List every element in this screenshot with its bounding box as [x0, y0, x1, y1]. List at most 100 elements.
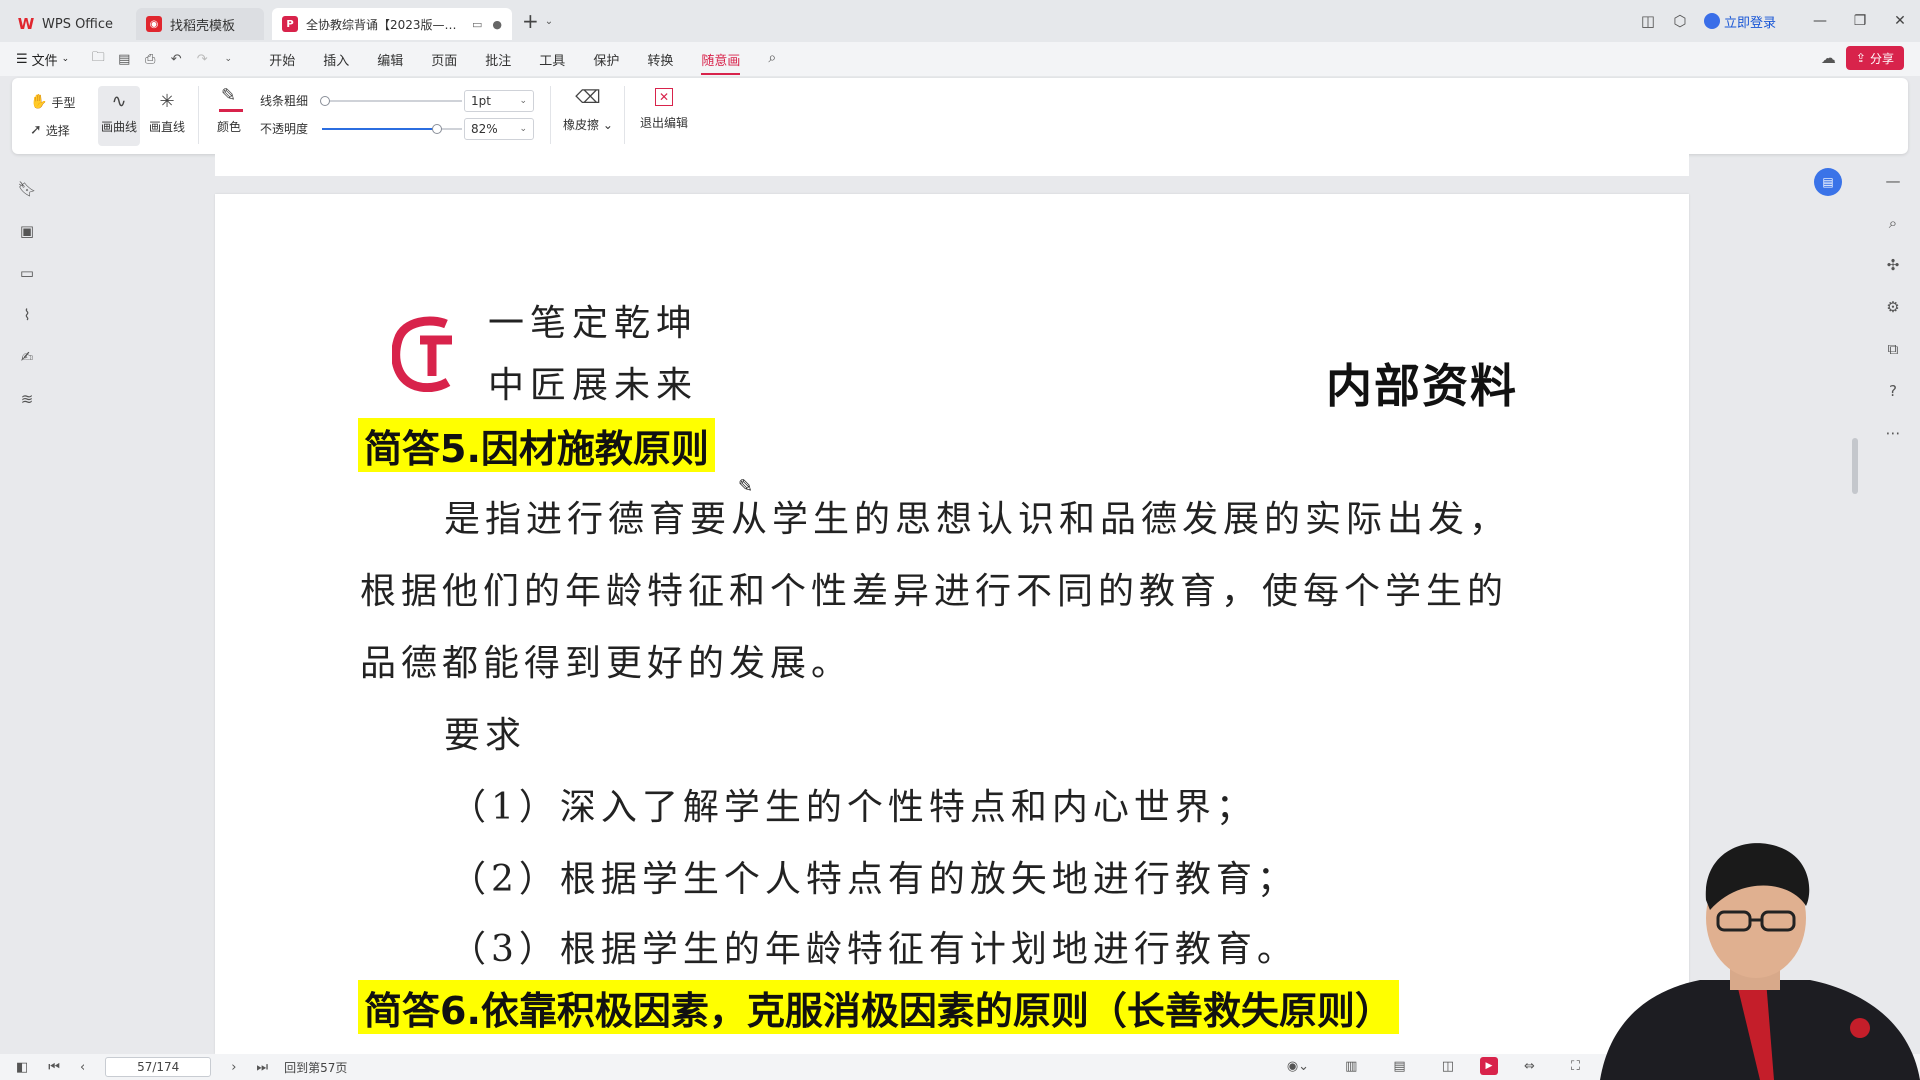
chevron-down-icon[interactable]: ⌄	[217, 48, 239, 70]
thickness-slider[interactable]	[320, 96, 462, 106]
sidebar-toggle-icon[interactable]: ◧	[16, 1060, 28, 1075]
fit-width-icon[interactable]: ⇔	[1524, 1059, 1535, 1074]
fullscreen-icon[interactable]: ⛶	[1571, 1059, 1580, 1074]
draw-curve-button[interactable]: ∿ 画曲线	[98, 86, 140, 146]
menu-edit[interactable]: 编辑	[377, 50, 403, 69]
file-menu[interactable]: ☰ 文件 ⌄	[16, 50, 69, 69]
translate-float-button[interactable]: ▤	[1814, 168, 1842, 196]
layout-icon[interactable]: ◫	[1633, 6, 1663, 36]
opacity-dropdown[interactable]: 82% ⌄	[464, 118, 534, 140]
cube-icon[interactable]: ⬡	[1665, 6, 1695, 36]
title-bar: W WPS Office ◉ 找稻壳模板 P 全协教综背诵【2023版——帝 ▭…	[0, 0, 1920, 42]
thickness-dropdown[interactable]: 1pt ⌄	[464, 90, 534, 112]
share-button[interactable]: ⇪ 分享	[1845, 46, 1904, 70]
freehand-ribbon: ✋ 手型 ➚ 选择 ∿ 画曲线 ✳ 画直线 ✎ 颜色 线条粗细 1pt ⌄ 不透…	[12, 78, 1908, 154]
chevron-down-icon: ⌄	[519, 96, 527, 106]
single-page-icon[interactable]: ▥	[1345, 1059, 1357, 1074]
first-page-icon[interactable]: ⏮	[48, 1060, 60, 1075]
menu-insert[interactable]: 插入	[323, 50, 349, 69]
tab-wps-office[interactable]: W WPS Office	[8, 8, 126, 40]
print-icon[interactable]: ⎙	[139, 48, 161, 70]
pen-cursor-icon: ✎	[738, 476, 754, 497]
redo-icon[interactable]: ↷	[191, 48, 213, 70]
play-icon[interactable]: ▶	[1479, 1057, 1498, 1075]
dual-page-icon[interactable]: ◫	[1442, 1059, 1454, 1074]
tab-label: WPS Office	[42, 16, 114, 32]
layers-icon[interactable]: ≋	[16, 388, 38, 410]
last-page-icon[interactable]: ⏭	[256, 1060, 268, 1075]
back-to-page-link[interactable]: 回到第57页	[284, 1059, 347, 1076]
next-page-icon[interactable]: ›	[231, 1060, 236, 1075]
draw-line-button[interactable]: ✳ 画直线	[146, 86, 188, 146]
requirements-label: 要求	[444, 715, 527, 756]
company-logo	[392, 316, 452, 392]
new-tab-button[interactable]: +	[522, 9, 539, 33]
opacity-slider[interactable]	[322, 124, 462, 134]
chevron-down-icon: ⌄	[519, 124, 527, 134]
opacity-slider-knob[interactable]	[431, 124, 442, 134]
menu-protect[interactable]: 保护	[593, 50, 619, 69]
attachment-icon[interactable]: ⌇	[16, 304, 38, 326]
requirement-3: （3）根据学生的年龄特征有计划地进行教育。	[450, 929, 1298, 970]
hamburger-icon: ☰	[16, 51, 28, 67]
file-menu-label: 文件	[31, 53, 58, 69]
open-folder-icon[interactable]: 🗀	[87, 48, 109, 70]
heading-short-answer-6: 简答6.依靠积极因素，克服消极因素的原则（长善救失原则）	[358, 980, 1399, 1034]
comment-icon[interactable]: ▭	[16, 262, 38, 284]
tab-close-dot-icon[interactable]: ●	[492, 18, 502, 31]
chevron-down-icon[interactable]: ⌄	[545, 16, 553, 27]
chevron-down-icon: ⌄	[61, 54, 70, 64]
close-icon[interactable]: ✕	[1880, 0, 1920, 42]
user-avatar-icon	[1703, 13, 1720, 29]
tab-template[interactable]: ◉ 找稻壳模板	[136, 8, 264, 40]
color-picker-button[interactable]: ✎ 颜色	[210, 86, 248, 135]
curve-icon: ∿	[111, 91, 127, 112]
signature-icon[interactable]: ✍	[16, 346, 38, 368]
select-tool-button[interactable]: ➚ 选择	[30, 120, 70, 140]
bookmark-icon[interactable]: 🔖︎	[16, 178, 38, 200]
menu-tools[interactable]: 工具	[539, 50, 565, 69]
restore-icon[interactable]: ❐	[1840, 0, 1880, 42]
continuous-icon[interactable]: ▤	[1393, 1059, 1405, 1074]
thickness-slider-knob[interactable]	[320, 96, 330, 106]
pdf-icon: P	[282, 16, 298, 32]
undo-icon[interactable]: ↶	[165, 48, 187, 70]
monitor-icon[interactable]: ▭	[472, 18, 482, 31]
thumbnail-icon[interactable]: ▣	[16, 220, 38, 242]
internal-material-label: 内部资料	[1326, 359, 1518, 413]
thickness-value: 1pt	[471, 94, 491, 108]
prev-page-icon[interactable]: ‹	[80, 1060, 85, 1075]
share-label: 分享	[1869, 51, 1894, 66]
previous-page	[215, 154, 1689, 176]
vertical-scrollbar[interactable]	[1852, 438, 1858, 494]
more-icon[interactable]: ⋯	[1882, 422, 1904, 444]
heading-text: 简答6.依靠积极因素，克服消极因素的原则（长善救失原则）	[364, 988, 1393, 1033]
collapse-icon[interactable]: —	[1882, 170, 1904, 192]
eraser-button[interactable]: ⌫ 橡皮擦 ⌄	[560, 88, 616, 133]
draw-line-label: 画直线	[148, 120, 185, 134]
chat-icon[interactable]: ☁	[1821, 49, 1836, 67]
opacity-slider-fill	[322, 128, 437, 130]
translate-icon[interactable]: ⧉	[1882, 338, 1904, 360]
login-button[interactable]: 立即登录	[1703, 12, 1776, 31]
zoom-search-icon[interactable]: ⌕	[1882, 212, 1904, 234]
save-icon[interactable]: ▤	[113, 48, 135, 70]
menu-start[interactable]: 开始	[269, 50, 295, 69]
tab-document[interactable]: P 全协教综背诵【2023版——帝 ▭ ●	[272, 8, 512, 40]
menu-freehand[interactable]: 随意画	[701, 50, 741, 75]
eye-icon[interactable]: ◉⌄	[1287, 1059, 1309, 1074]
menu-comment[interactable]: 批注	[485, 50, 511, 69]
exit-edit-button[interactable]: ✕ 退出编辑	[634, 88, 694, 131]
opacity-label: 不透明度	[260, 122, 309, 136]
eraser-label: 橡皮擦	[563, 118, 600, 132]
ai-icon[interactable]: ✣	[1882, 254, 1904, 276]
minimize-icon[interactable]: —	[1800, 0, 1840, 42]
hand-tool-button[interactable]: ✋ 手型	[30, 92, 75, 112]
page-number-input[interactable]: 57/174	[105, 1057, 212, 1077]
search-icon[interactable]: ⌕	[768, 50, 776, 69]
help-icon[interactable]: ?	[1882, 380, 1904, 402]
menu-page[interactable]: 页面	[431, 50, 457, 69]
settings-sliders-icon[interactable]: ⚙	[1882, 296, 1904, 318]
menu-convert[interactable]: 转换	[647, 50, 673, 69]
thickness-label: 线条粗细	[260, 94, 309, 108]
